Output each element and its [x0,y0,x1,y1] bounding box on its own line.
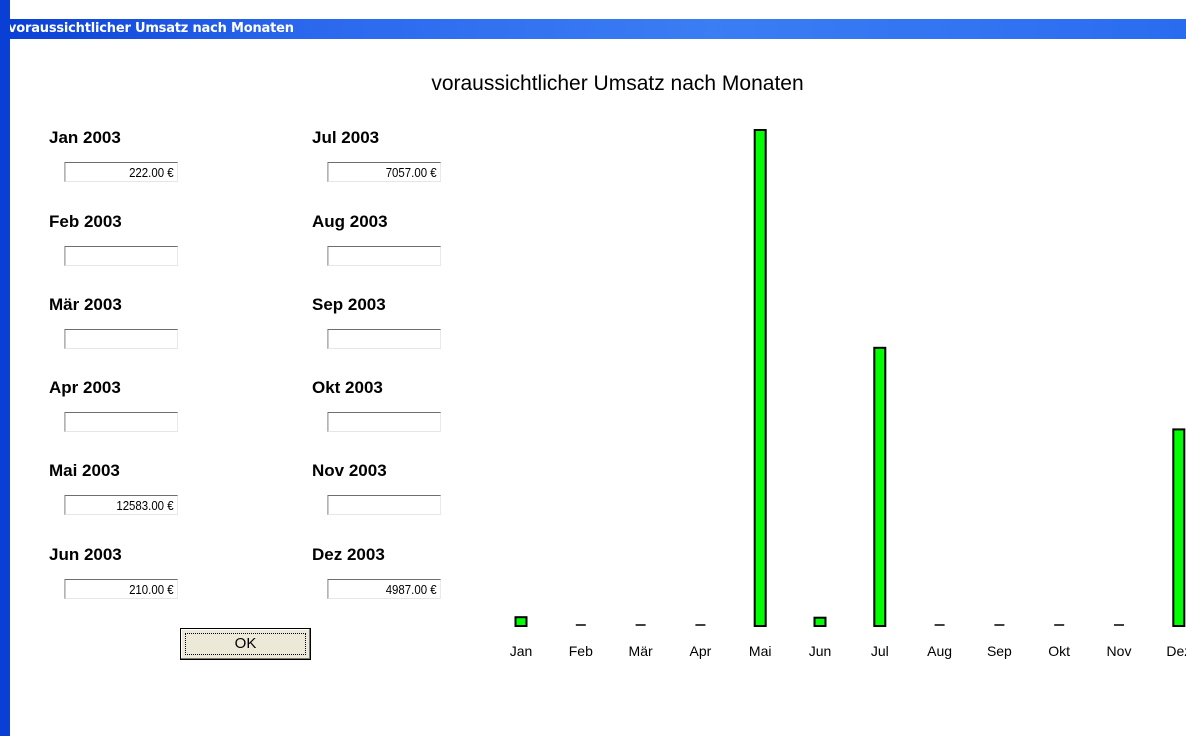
x-tick-label: Jun [809,643,832,659]
x-tick-label: Feb [569,643,593,659]
x-tick-label: Mär [629,643,653,659]
x-tick-label: Sep [987,643,1012,659]
x-tick-label: Apr [690,643,712,659]
x-tick-label: Jul [871,643,889,659]
x-tick-label: Jan [510,643,533,659]
x-tick-label: Nov [1107,643,1132,659]
chart-bar [514,616,528,628]
chart-bar [813,616,827,628]
chart-bar [753,129,767,627]
chart-bar [1172,428,1186,627]
x-tick-label: Mai [749,643,772,659]
x-tick-label: Aug [927,643,952,659]
x-tick-label: Dez [1166,643,1186,659]
x-tick-label: Okt [1048,643,1070,659]
chart-bar [873,346,887,627]
revenue-bar-chart: Jan Feb Mär Apr Mai Jun Jul Aug Sep Okt Nov Dez [510,129,1186,659]
